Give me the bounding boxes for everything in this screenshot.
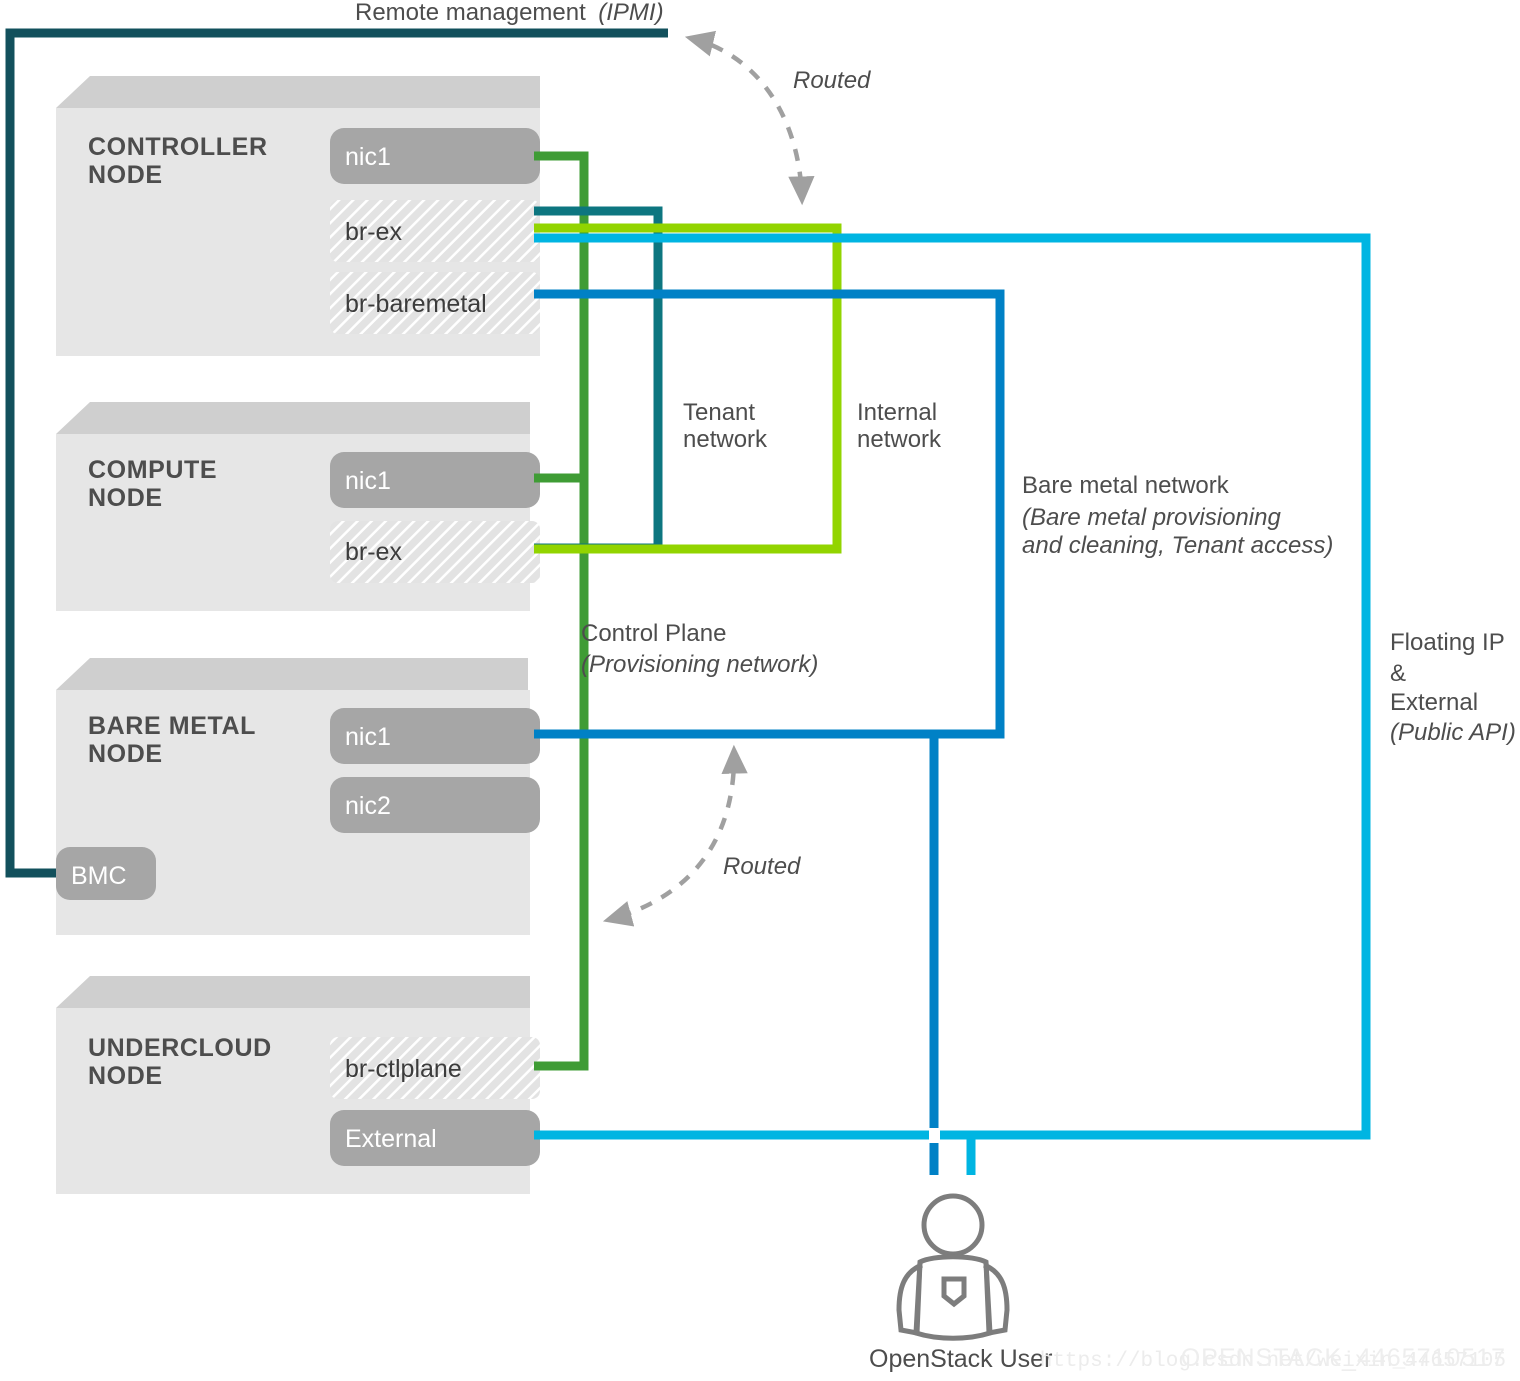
node-controller: CONTROLLER NODE nic1 br-ex br-baremetal: [56, 76, 540, 356]
openstack-user-label: OpenStack User: [869, 1345, 1052, 1373]
baremetal-network-label-line1: Bare metal network: [1022, 472, 1230, 499]
node-baremetal-title-line1: BARE METAL: [88, 712, 256, 740]
node-compute-title-line2: NODE: [88, 484, 163, 512]
remote-management-label-main: Remote management: [355, 0, 586, 26]
control-plane-label-line2: (Provisioning network): [581, 651, 818, 678]
routed-arrow-top: Routed: [684, 30, 871, 206]
node-undercloud-title-line2: NODE: [88, 1062, 163, 1090]
node-baremetal-title-line2: NODE: [88, 740, 163, 768]
routed-arrow-bottom-label: Routed: [723, 853, 801, 880]
internal-network-label-line1: Internal: [857, 399, 937, 426]
iface-undercloud-external-label: External: [345, 1125, 437, 1153]
node-compute-title-line1: COMPUTE: [88, 456, 217, 484]
iface-controller-br-ex-label: br-ex: [345, 218, 402, 246]
tenant-network-line: [534, 206, 663, 553]
iface-baremetal-bmc-label: BMC: [71, 862, 127, 890]
remote-management-label: Remote management (IPMI): [355, 0, 664, 26]
floating-external-label-line3: External: [1390, 689, 1478, 716]
floating-external-label-line1: Floating IP: [1390, 629, 1505, 656]
iface-controller-br-baremetal-label: br-baremetal: [345, 290, 487, 318]
routed-arrow-bottom: Routed: [602, 744, 801, 927]
node-baremetal: BARE METAL NODE nic1 nic2 BMC: [56, 658, 540, 935]
node-controller-title-line1: CONTROLLER: [88, 133, 268, 161]
node-undercloud-title-line1: UNDERCLOUD: [88, 1034, 272, 1062]
node-undercloud: UNDERCLOUD NODE br-ctlplane External: [56, 976, 540, 1194]
network-architecture-diagram: CONTROLLER NODE nic1 br-ex br-baremetal …: [0, 0, 1520, 1381]
internal-network-line: [534, 223, 842, 554]
iface-compute-br-ex-label: br-ex: [345, 538, 402, 566]
control-plane-label-line1: Control Plane: [581, 620, 726, 647]
iface-controller-nic1-label: nic1: [345, 143, 391, 171]
node-controller-title-line2: NODE: [88, 161, 163, 189]
floating-external-label-line2: &: [1390, 660, 1406, 687]
iface-undercloud-br-ctlplane-label: br-ctlplane: [345, 1055, 462, 1083]
routed-arrow-top-label: Routed: [793, 67, 871, 94]
iface-compute-nic1-label: nic1: [345, 467, 391, 495]
iface-baremetal-nic2-label: nic2: [345, 792, 391, 820]
baremetal-network-label-line2: (Bare metal provisioning: [1022, 504, 1281, 531]
tenant-network-label-line1: Tenant: [683, 399, 755, 426]
internal-network-label-line2: network: [857, 426, 942, 453]
floating-external-label-line4: (Public API): [1390, 719, 1516, 746]
remote-management-label-paren: (IPMI): [598, 0, 663, 26]
openstack-user-figure: [896, 1193, 1010, 1341]
baremetal-network-label-line3: and cleaning, Tenant access): [1022, 532, 1333, 559]
iface-baremetal-nic1-label: nic1: [345, 723, 391, 751]
tenant-network-label-line2: network: [683, 426, 768, 453]
node-compute: COMPUTE NODE nic1 br-ex: [56, 402, 540, 611]
diagram-canvas: CONTROLLER NODE nic1 br-ex br-baremetal …: [5, 0, 1516, 1373]
